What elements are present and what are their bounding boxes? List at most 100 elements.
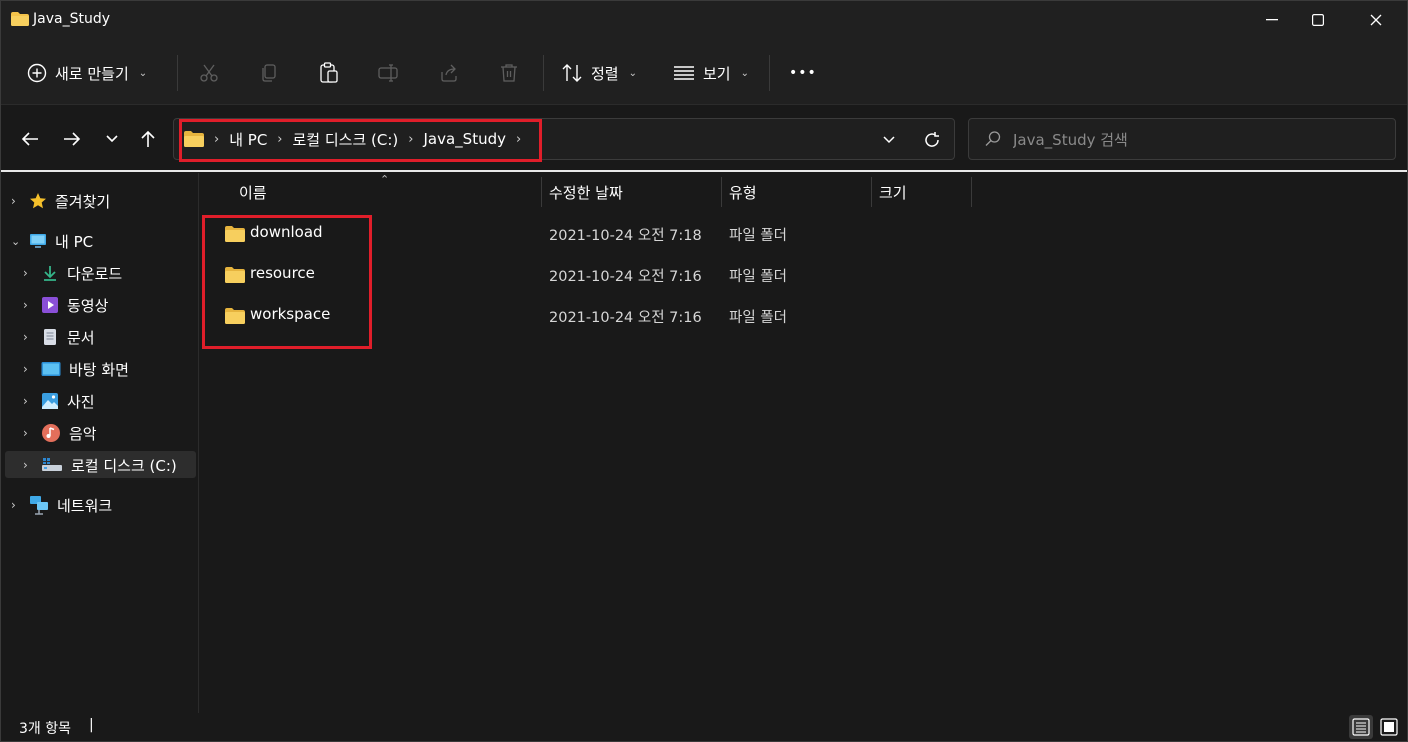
chevron-right-icon[interactable]: › <box>23 330 33 344</box>
sidebar-item-pictures[interactable]: › 사진 <box>23 386 95 416</box>
new-button[interactable]: 새로 만들기 ⌄ <box>19 55 155 91</box>
pc-icon <box>30 234 46 248</box>
delete-button[interactable] <box>495 59 523 87</box>
address-history-button[interactable] <box>878 129 900 151</box>
table-row[interactable]: download 2021-10-24 오전 7:18 파일 폴더 <box>216 215 976 251</box>
view-list-icon <box>674 66 694 80</box>
chevron-right-icon[interactable]: › <box>516 132 521 147</box>
search-input[interactable] <box>1013 129 1383 151</box>
paste-button[interactable] <box>315 59 343 87</box>
table-row[interactable]: workspace 2021-10-24 오전 7:16 파일 폴더 <box>216 297 976 333</box>
navigation-row: › 내 PC › 로컬 디스크 (C:) › Java_Study › <box>1 106 1407 172</box>
sidebar-item-documents[interactable]: › 문서 <box>23 322 95 352</box>
sidebar-item-downloads[interactable]: › 다운로드 <box>23 258 122 288</box>
rename-icon <box>378 64 398 82</box>
folder-icon <box>225 308 245 324</box>
sidebar-item-desktop[interactable]: › 바탕 화면 <box>23 354 129 384</box>
cut-button[interactable] <box>195 59 223 87</box>
sidebar-item-this-pc[interactable]: ⌄ 내 PC <box>11 226 93 256</box>
breadcrumb: › 내 PC › 로컬 디스크 (C:) › Java_Study › <box>184 119 521 159</box>
file-name: resource <box>250 264 315 282</box>
chevron-right-icon[interactable]: › <box>23 458 33 472</box>
sidebar-item-videos[interactable]: › 동영상 <box>23 290 108 320</box>
maximize-icon <box>1312 14 1324 26</box>
view-button-label: 보기 <box>703 64 731 83</box>
chevron-down-icon: ⌄ <box>740 67 749 79</box>
sidebar-item-local-disk[interactable]: › 로컬 디스크 (C:) <box>23 450 177 480</box>
window-title: Java_Study <box>33 11 110 27</box>
column-divider[interactable] <box>871 177 872 207</box>
folder-icon <box>225 226 245 242</box>
breadcrumb-item[interactable]: Java_Study <box>423 130 506 148</box>
chevron-right-icon[interactable]: › <box>23 266 33 280</box>
rename-button[interactable] <box>375 59 403 87</box>
forward-button[interactable] <box>57 124 87 154</box>
breadcrumb-item[interactable]: 내 PC <box>229 129 267 150</box>
toolbar-divider <box>769 55 770 91</box>
chevron-right-icon[interactable]: › <box>23 298 33 312</box>
chevron-right-icon[interactable]: › <box>11 194 21 208</box>
chevron-down-icon <box>883 136 895 144</box>
document-icon <box>44 329 56 345</box>
sidebar-item-label: 네트워크 <box>57 496 113 515</box>
file-type: 파일 폴더 <box>729 228 787 244</box>
sort-icon <box>562 64 582 82</box>
sidebar-item-favorites[interactable]: › 즐겨찾기 <box>11 186 110 216</box>
chevron-down-icon[interactable]: ⌄ <box>11 235 21 248</box>
chevron-right-icon[interactable]: › <box>23 426 33 440</box>
share-button[interactable] <box>435 59 463 87</box>
recent-locations-button[interactable] <box>97 124 127 154</box>
chevron-down-icon: ⌄ <box>138 67 148 79</box>
column-divider[interactable] <box>721 177 722 207</box>
file-date: 2021-10-24 오전 7:16 <box>549 269 702 285</box>
refresh-button[interactable] <box>920 128 944 152</box>
sidebar-item-label: 음악 <box>69 424 97 443</box>
column-divider[interactable] <box>971 177 972 207</box>
column-header-label: 유형 <box>729 183 757 202</box>
details-view-button[interactable] <box>1349 715 1373 739</box>
sidebar-item-label: 내 PC <box>55 232 94 251</box>
column-divider[interactable] <box>541 177 542 207</box>
minimize-icon <box>1266 19 1278 21</box>
up-button[interactable] <box>133 124 163 154</box>
table-row[interactable]: resource 2021-10-24 오전 7:16 파일 폴더 <box>216 256 976 292</box>
folder-icon <box>184 131 204 147</box>
search-icon <box>985 131 1001 146</box>
network-icon <box>30 496 48 515</box>
file-explorer-window: Java_Study 새로 만들기 ⌄ 정렬 ⌄ 보기 ⌄ ••• › 내 PC… <box>0 0 1408 742</box>
column-header-type[interactable]: 유형 <box>729 177 757 207</box>
toolbar-divider <box>177 55 178 91</box>
sidebar-item-network[interactable]: › 네트워크 <box>11 490 112 520</box>
more-icon: ••• <box>789 65 817 81</box>
share-icon <box>441 64 457 82</box>
folder-icon <box>225 267 245 283</box>
column-header-size[interactable]: 크기 <box>879 177 907 207</box>
copy-icon <box>262 64 276 82</box>
sort-button[interactable]: 정렬 ⌄ <box>561 55 637 91</box>
large-icons-view-button[interactable] <box>1377 715 1401 739</box>
copy-button[interactable] <box>255 59 283 87</box>
cut-icon <box>200 64 218 82</box>
column-header-name[interactable]: 이름 <box>239 177 267 207</box>
sidebar-item-label: 바탕 화면 <box>69 360 129 379</box>
file-type: 파일 폴더 <box>729 310 787 326</box>
breadcrumb-item[interactable]: 로컬 디스크 (C:) <box>293 129 399 150</box>
view-button[interactable]: 보기 ⌄ <box>673 55 749 91</box>
column-header-date[interactable]: 수정한 날짜 <box>549 177 623 207</box>
chevron-right-icon[interactable]: › <box>11 498 21 512</box>
sidebar-item-music[interactable]: › 음악 <box>23 418 97 448</box>
command-bar: 새로 만들기 ⌄ 정렬 ⌄ 보기 ⌄ ••• <box>1 41 1407 105</box>
maximize-button[interactable] <box>1295 1 1341 39</box>
back-button[interactable] <box>15 124 45 154</box>
address-bar[interactable]: › 내 PC › 로컬 디스크 (C:) › Java_Study › <box>173 118 955 160</box>
minimize-button[interactable] <box>1249 1 1295 39</box>
close-button[interactable] <box>1353 1 1399 39</box>
pictures-icon <box>42 393 58 409</box>
details-view-icon <box>1352 718 1370 736</box>
file-list: ⌃ 이름 수정한 날짜 유형 크기 download 2021-10-24 오전… <box>200 173 1407 713</box>
more-options-button[interactable]: ••• <box>789 55 817 91</box>
chevron-right-icon[interactable]: › <box>23 362 33 376</box>
folder-icon <box>11 12 29 26</box>
download-icon <box>44 266 56 281</box>
chevron-right-icon[interactable]: › <box>23 394 33 408</box>
